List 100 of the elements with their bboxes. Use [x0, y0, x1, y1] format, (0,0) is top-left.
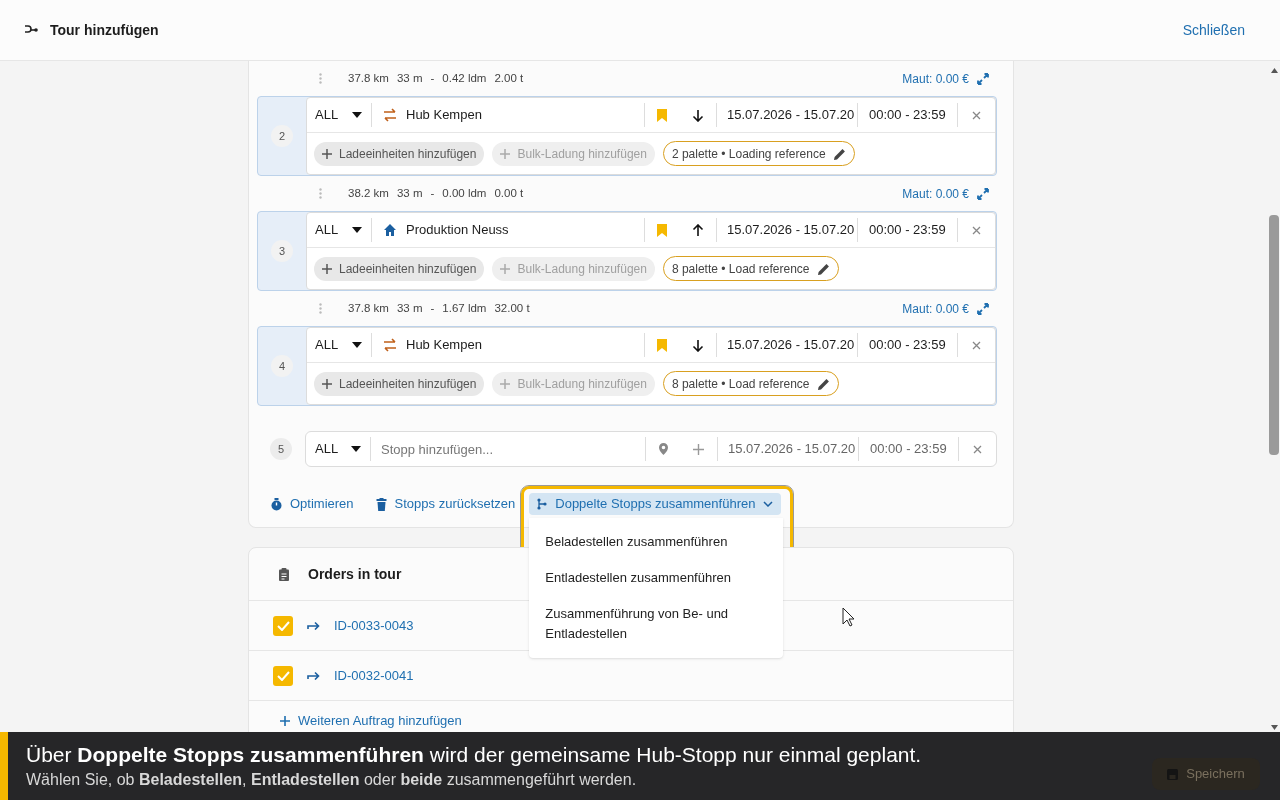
arrow-up-icon — [691, 223, 704, 237]
bookmark-icon — [657, 223, 668, 237]
stop-name: Produktion Neuss — [406, 221, 509, 240]
stop-name: Hub Kempen — [406, 336, 482, 355]
drag-handle-icon — [319, 303, 322, 314]
time-range[interactable]: 00:00 - 23:59 — [858, 103, 958, 127]
leg-weight: 2.00 t — [494, 70, 524, 86]
stopwatch-icon — [271, 497, 282, 511]
menu-item[interactable]: Beladestellen zusammenführen — [529, 524, 784, 560]
time-range[interactable]: 00:00 - 23:59 — [858, 218, 958, 242]
transfer-icon — [383, 338, 397, 352]
order-link[interactable]: ID-0033-0043 — [334, 615, 414, 636]
toll-link[interactable]: Maut: 0.00 € — [902, 299, 989, 318]
stop-name: Hub Kempen — [406, 106, 482, 125]
add-units-button[interactable]: Ladeeinheiten hinzufügen — [314, 256, 485, 281]
drag-handle-icon — [319, 188, 322, 199]
reset-stops-button[interactable]: Stopps zurücksetzen — [375, 494, 516, 514]
leg-ldm: 0.00 ldm — [442, 185, 487, 201]
leg-separator: - — [430, 70, 435, 86]
arrow-down-icon — [691, 338, 704, 352]
menu-item[interactable]: Entladestellen zusammenführen — [529, 560, 784, 596]
plus-icon — [693, 443, 705, 455]
route-icon — [24, 24, 38, 36]
expand-icon — [977, 302, 989, 315]
stop-search-field[interactable]: Stopp hinzufügen... — [371, 437, 646, 461]
checkbox[interactable] — [273, 615, 293, 636]
leg-ldm: 0.42 ldm — [442, 70, 487, 86]
leg-ldm: 1.67 ldm — [442, 300, 487, 316]
leg-duration: 33 m — [396, 185, 423, 201]
add-units-button[interactable]: Ladeeinheiten hinzufügen — [314, 371, 485, 396]
toll-text: Maut: 0.00 € — [902, 185, 969, 203]
order-link[interactable]: ID-0032-0041 — [334, 665, 414, 686]
close-link[interactable]: Schließen — [1182, 19, 1245, 41]
stop-number: 2 — [271, 125, 293, 147]
merge-stops-button[interactable]: Doppelte Stopps zusammenführen — [529, 493, 782, 515]
caret-icon — [352, 227, 362, 233]
expand-icon — [977, 187, 989, 200]
add-units-button[interactable]: Ladeeinheiten hinzufügen — [314, 141, 485, 166]
stop-number: 4 — [271, 355, 293, 377]
close-icon — [972, 340, 981, 350]
add-stop-field[interactable]: ALL Stopp hinzufügen... 15.07.2026 - 15.07.20 00:00 - 23:59 — [305, 431, 997, 467]
caret-icon — [351, 446, 361, 452]
date-range[interactable]: 15.07.2026 - 15.07.20 — [717, 103, 858, 127]
close-icon — [972, 110, 981, 120]
toll-link[interactable]: Maut: 0.00 € — [902, 184, 989, 203]
expand-icon — [977, 72, 989, 85]
toll-text: Maut: 0.00 € — [902, 300, 969, 318]
caret-icon — [352, 342, 362, 348]
date-range[interactable]: 15.07.2026 - 15.07.20 — [718, 437, 859, 461]
location-pin-icon — [658, 443, 668, 455]
bookmark-icon — [657, 338, 668, 352]
bookmark-icon — [657, 108, 668, 122]
stop-number: 5 — [270, 438, 292, 460]
mode-select[interactable]: ALL — [306, 437, 371, 461]
clipboard-icon — [279, 567, 289, 581]
toll-link[interactable]: Maut: 0.00 € — [902, 69, 989, 88]
arrow-down-icon — [691, 108, 704, 122]
home-icon — [383, 223, 397, 237]
date-range[interactable]: 15.07.2026 - 15.07.20 — [717, 333, 858, 357]
leg-weight: 0.00 t — [494, 185, 524, 201]
leg-distance: 37.8 km — [348, 70, 389, 86]
stop-number: 3 — [271, 240, 293, 262]
banner-subtext: Wählen Sie, ob Beladestellen, Entladestellen oder beide zusammengeführt werden. — [26, 770, 637, 790]
trash-icon — [375, 497, 387, 511]
chevron-down-icon — [763, 501, 774, 507]
page-title: Tour hinzufügen — [50, 20, 159, 40]
pencil-icon — [833, 147, 846, 160]
pencil-icon — [817, 377, 830, 390]
leg-distance: 38.2 km — [348, 185, 389, 201]
forward-arrow-icon — [307, 621, 320, 630]
scrollbar-thumb[interactable] — [1269, 215, 1279, 455]
leg-weight: 32.00 t — [494, 300, 530, 316]
check-icon — [276, 670, 290, 681]
add-order-link[interactable]: Weiteren Auftrag hinzufügen — [280, 711, 462, 731]
leg-distance: 37.8 km — [348, 300, 389, 316]
mode-select[interactable]: ALL — [307, 103, 372, 127]
banner-text: Über Doppelte Stopps zusammenführen wird der gemeinsame Hub-Stopp nur einmal geplant. — [26, 742, 923, 768]
mode-select[interactable]: ALL — [307, 333, 372, 357]
scroll-up-icon[interactable] — [1271, 68, 1278, 73]
time-range[interactable]: 00:00 - 23:59 — [858, 333, 958, 357]
caret-icon — [352, 112, 362, 118]
leg-duration: 33 m — [396, 70, 423, 86]
leg-duration: 33 m — [396, 300, 423, 316]
time-range[interactable]: 00:00 - 23:59 — [859, 437, 959, 461]
plus-icon — [322, 263, 332, 274]
branch-icon — [537, 498, 548, 510]
mode-select[interactable]: ALL — [307, 218, 372, 242]
toll-text: Maut: 0.00 € — [902, 70, 969, 88]
menu-item[interactable]: Zusammenführung von Be- und Entladestellen — [529, 596, 784, 652]
plus-icon — [500, 378, 511, 389]
plus-icon — [500, 148, 511, 159]
drag-handle-icon — [319, 73, 322, 84]
date-range[interactable]: 15.07.2026 - 15.07.20 — [717, 218, 858, 242]
optimize-button[interactable]: Optimieren — [271, 494, 354, 514]
checkbox[interactable] — [273, 665, 293, 686]
plus-icon — [322, 378, 332, 389]
cursor-icon — [842, 607, 855, 627]
scroll-down-icon[interactable] — [1271, 725, 1278, 730]
leg-separator: - — [430, 185, 435, 201]
plus-icon — [280, 715, 290, 726]
